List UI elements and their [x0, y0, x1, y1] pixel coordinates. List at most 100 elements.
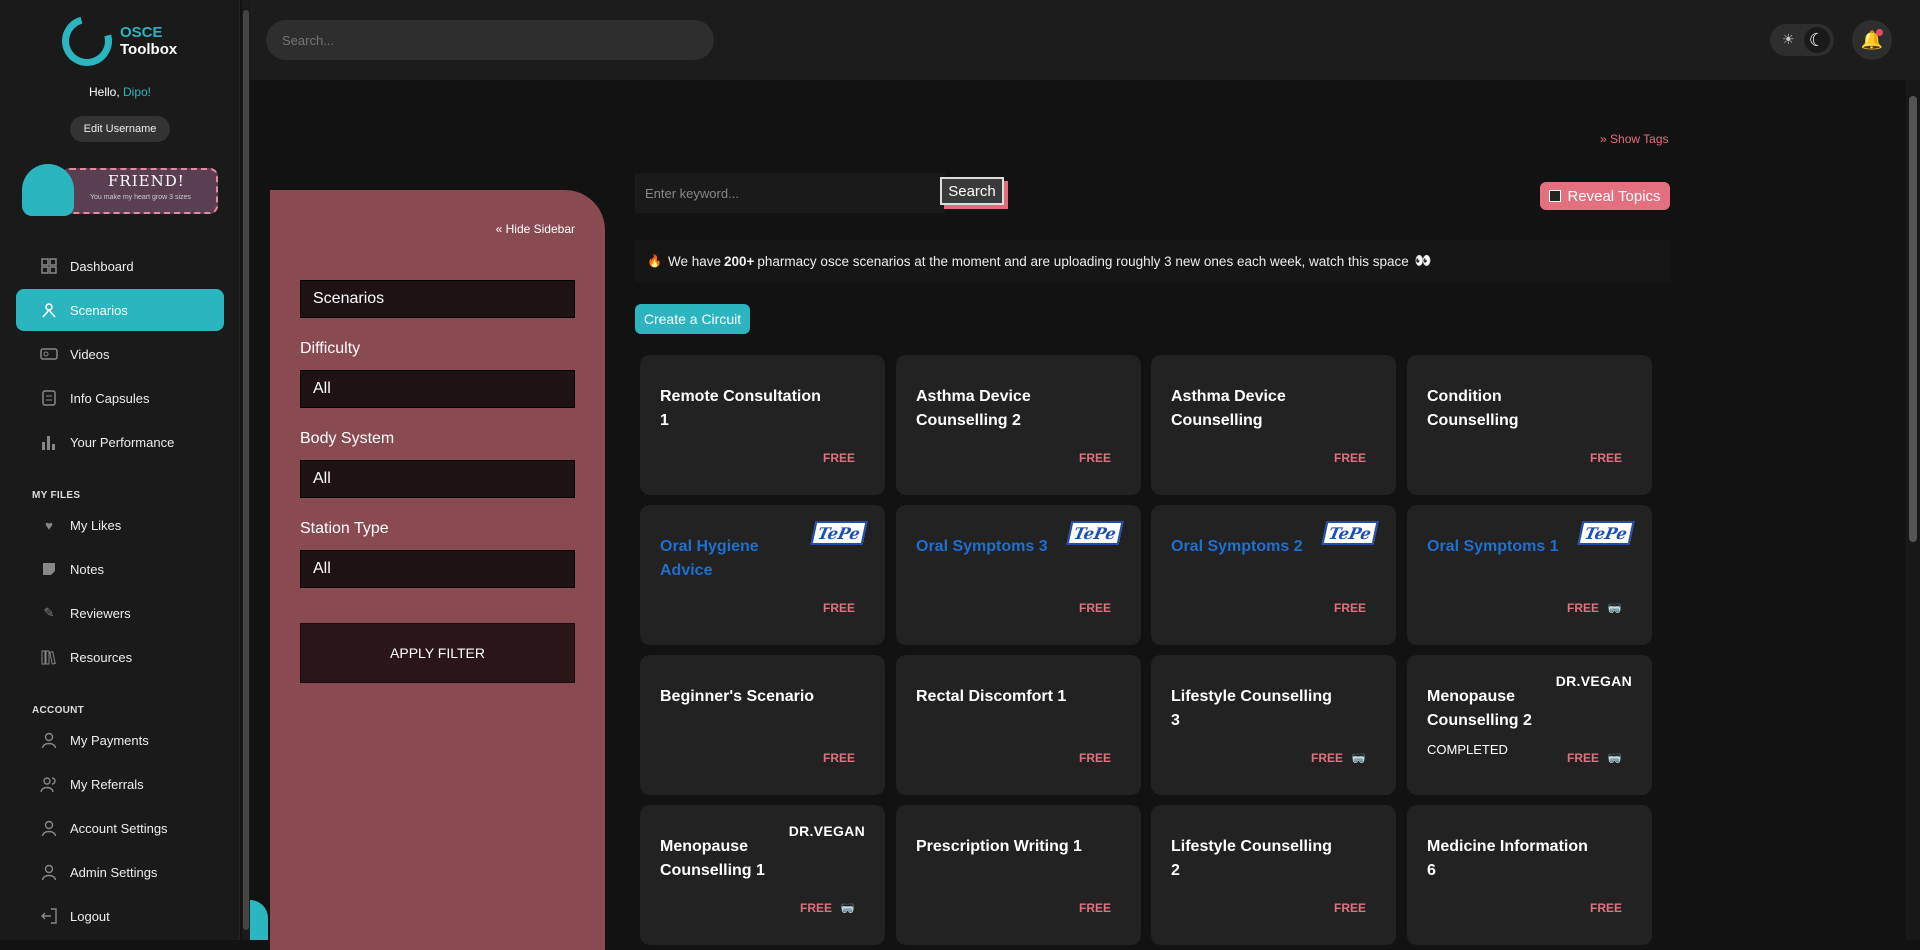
books-icon: [40, 648, 58, 666]
logo[interactable]: OSCE Toolbox: [52, 6, 177, 76]
create-circuit-button[interactable]: Create a Circuit: [635, 304, 750, 334]
tepe-logo: TePe: [1321, 521, 1379, 545]
keyword-search-button[interactable]: Search: [940, 177, 1004, 205]
sidebar-item-label: Logout: [70, 908, 110, 924]
friend-badge-subtitle: You make my heart grow 3 sizes: [90, 194, 191, 201]
scenario-card[interactable]: Asthma Device Counselling 2 FREE: [896, 355, 1141, 495]
sidebar-item-reviewers[interactable]: ✎ Reviewers: [16, 592, 224, 634]
sidebar-item-label: Videos: [70, 346, 110, 362]
sidebar-item-my-payments[interactable]: My Payments: [16, 719, 224, 761]
vr-headset-icon: 🥽: [840, 901, 855, 915]
main-content: « Hide Sidebar Scenarios Difficulty All …: [250, 80, 1910, 950]
free-badge: FREE: [1078, 451, 1111, 465]
tepe-logo: TePe: [1066, 521, 1124, 545]
sidebar-item-notes[interactable]: Notes: [16, 548, 224, 590]
moon-icon: ☾: [1804, 27, 1830, 53]
body-system-select[interactable]: All: [300, 460, 575, 498]
sidebar-scrollbar[interactable]: [242, 0, 250, 940]
sidebar: OSCE Toolbox Hello, Dipo! Edit Username …: [0, 0, 240, 940]
logo-ring-icon: [52, 6, 122, 76]
filter-panel: « Hide Sidebar Scenarios Difficulty All …: [270, 190, 605, 950]
scenario-card[interactable]: Condition Counselling FREE: [1407, 355, 1652, 495]
edit-username-button[interactable]: Edit Username: [70, 116, 170, 142]
heart-icon: ♥: [45, 517, 53, 533]
scenario-card[interactable]: Lifestyle Counselling 2 FREE: [1151, 805, 1396, 945]
theme-toggle[interactable]: ☀ ☾: [1770, 24, 1834, 56]
free-badge: FREE 🥽: [1311, 751, 1366, 765]
sidebar-item-label: My Referrals: [70, 776, 144, 792]
category-select[interactable]: Scenarios: [300, 280, 575, 318]
scenario-card[interactable]: Menopause Counselling 1 DR.VEGAN FREE 🥽: [640, 805, 885, 945]
scenario-title: Oral Symptoms 3: [916, 538, 1048, 555]
scenario-card[interactable]: Oral Symptoms 2 TePe FREE: [1151, 505, 1396, 645]
octopus-mascot-icon: [22, 164, 74, 216]
dashboard-icon: [40, 257, 58, 275]
completed-status: COMPLETED: [1427, 742, 1508, 757]
scenario-title: Oral Symptoms 1: [1427, 538, 1559, 555]
sidebar-item-your-performance[interactable]: Your Performance: [16, 421, 224, 463]
sidebar-item-info-capsules[interactable]: Info Capsules: [16, 377, 224, 419]
scenario-card[interactable]: Beginner's Scenario FREE: [640, 655, 885, 795]
dr-vegan-logo: DR.VEGAN: [1555, 673, 1632, 689]
scenario-title: Asthma Device Counselling 2: [916, 388, 1031, 429]
sidebar-item-my-referrals[interactable]: My Referrals: [16, 763, 224, 805]
scenario-card[interactable]: Oral Symptoms 3 TePe FREE: [896, 505, 1141, 645]
hide-sidebar-button[interactable]: « Hide Sidebar: [496, 222, 575, 236]
sidebar-item-label: Account Settings: [70, 820, 168, 836]
difficulty-label: Difficulty: [300, 340, 361, 357]
notification-dot: [1876, 29, 1883, 36]
scenario-card[interactable]: Oral Hygiene Advice TePe FREE: [640, 505, 885, 645]
global-search-input[interactable]: [266, 20, 714, 60]
sidebar-item-admin-settings[interactable]: Admin Settings: [16, 851, 224, 893]
sidebar-item-account-settings[interactable]: Account Settings: [16, 807, 224, 849]
apply-filter-button[interactable]: APPLY FILTER: [300, 623, 575, 683]
scenarios-icon: [40, 301, 58, 319]
show-tags-button[interactable]: » Show Tags: [1600, 132, 1669, 146]
scenario-card[interactable]: Lifestyle Counselling 3 FREE 🥽: [1151, 655, 1396, 795]
logout-icon: [40, 907, 58, 925]
reveal-topics-checkbox[interactable]: [1549, 190, 1562, 202]
friend-badge-title: FRIEND!: [108, 172, 185, 190]
reveal-topics-toggle[interactable]: Reveal Topics: [1540, 182, 1670, 210]
scenario-card[interactable]: Prescription Writing 1 FREE: [896, 805, 1141, 945]
feedback-tab[interactable]: [250, 900, 268, 940]
vr-headset-icon: 🥽: [1607, 751, 1622, 765]
main-scrollbar[interactable]: [1906, 80, 1920, 940]
scenario-card[interactable]: Remote Consultation 1 FREE: [640, 355, 885, 495]
sidebar-item-resources[interactable]: Resources: [16, 636, 224, 678]
sidebar-item-dashboard[interactable]: Dashboard: [16, 245, 224, 287]
free-badge: FREE: [1589, 901, 1622, 915]
scenario-card[interactable]: Rectal Discomfort 1 FREE: [896, 655, 1141, 795]
sidebar-item-label: My Payments: [70, 732, 149, 748]
notifications-button[interactable]: 🔔: [1852, 20, 1892, 60]
scenario-title: Beginner's Scenario: [660, 688, 815, 705]
vr-headset-icon: 🥽: [1351, 751, 1366, 765]
scenario-title: Lifestyle Counselling 3: [1171, 688, 1332, 729]
eyes-icon: 👀: [1414, 253, 1432, 268]
difficulty-select[interactable]: All: [300, 370, 575, 408]
free-badge: FREE: [822, 601, 855, 615]
station-type-select[interactable]: All: [300, 550, 575, 588]
free-badge: FREE 🥽: [1567, 601, 1622, 615]
info-capsules-icon: [40, 389, 58, 407]
scenario-title: Menopause Counselling 2: [1427, 688, 1532, 729]
pencil-icon: ✎: [43, 605, 55, 620]
scenario-card[interactable]: Oral Symptoms 1 TePe FREE 🥽: [1407, 505, 1652, 645]
user-icon: [40, 863, 58, 881]
free-badge: FREE: [1078, 901, 1111, 915]
sidebar-item-logout[interactable]: Logout: [16, 895, 224, 937]
user-icon: [40, 819, 58, 837]
sidebar-item-label: Notes: [70, 561, 104, 577]
scenario-card[interactable]: Asthma Device Counselling FREE: [1151, 355, 1396, 495]
scenario-card[interactable]: Medicine Information 6 FREE: [1407, 805, 1652, 945]
sidebar-item-my-likes[interactable]: ♥ My Likes: [16, 504, 224, 546]
scenario-title: Oral Symptoms 2: [1171, 538, 1303, 555]
greeting: Hello, Dipo!: [88, 85, 152, 99]
scenario-card[interactable]: Menopause Counselling 2 DR.VEGAN COMPLETED…: [1407, 655, 1652, 795]
sidebar-item-scenarios[interactable]: Scenarios: [16, 289, 224, 331]
videos-icon: [40, 345, 58, 363]
keyword-input[interactable]: Enter keyword...: [635, 173, 945, 213]
user-icon: [40, 731, 58, 749]
sidebar-item-label: Scenarios: [70, 302, 128, 318]
sidebar-item-videos[interactable]: Videos: [16, 333, 224, 375]
